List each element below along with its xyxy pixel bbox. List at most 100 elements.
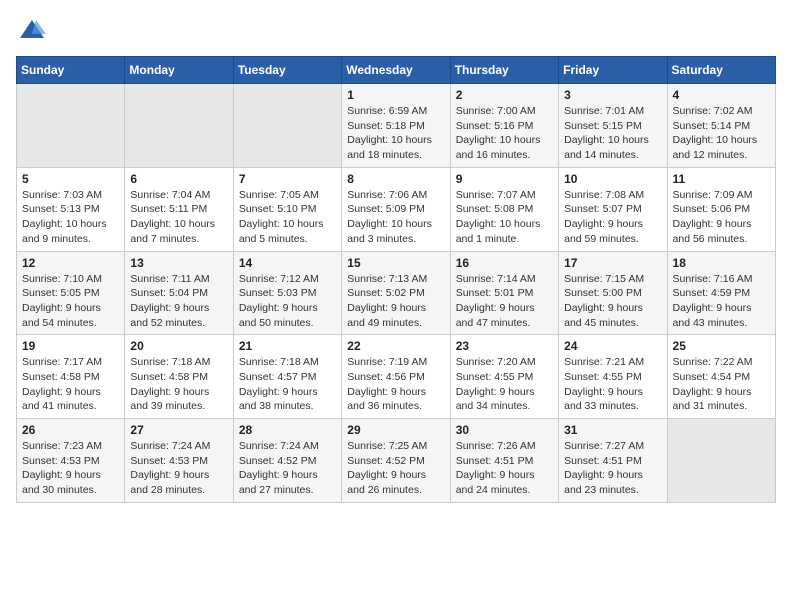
day-info: Sunrise: 7:21 AM Sunset: 4:55 PM Dayligh… xyxy=(564,355,661,414)
day-info: Sunrise: 7:17 AM Sunset: 4:58 PM Dayligh… xyxy=(22,355,119,414)
day-number: 1 xyxy=(347,88,444,102)
calendar-cell: 22 Sunrise: 7:19 AM Sunset: 4:56 PM Dayli… xyxy=(342,335,450,419)
day-number: 9 xyxy=(456,172,553,186)
calendar-body: 1 Sunrise: 6:59 AM Sunset: 5:18 PM Daylig… xyxy=(17,84,776,503)
day-number: 3 xyxy=(564,88,661,102)
day-number: 2 xyxy=(456,88,553,102)
day-number: 23 xyxy=(456,339,553,353)
day-number: 7 xyxy=(239,172,336,186)
logo-icon xyxy=(18,16,46,44)
day-number: 21 xyxy=(239,339,336,353)
calendar-cell xyxy=(125,84,233,168)
day-number: 4 xyxy=(673,88,770,102)
calendar-cell: 10 Sunrise: 7:08 AM Sunset: 5:07 PM Dayli… xyxy=(559,167,667,251)
calendar-cell: 2Sunrise: 7:00 AM Sunset: 5:16 PM Daylig… xyxy=(450,84,558,168)
calendar-week-row: 1 Sunrise: 6:59 AM Sunset: 5:18 PM Daylig… xyxy=(17,84,776,168)
day-number: 28 xyxy=(239,423,336,437)
day-number: 15 xyxy=(347,256,444,270)
weekday-header-row: SundayMondayTuesdayWednesdayThursdayFrid… xyxy=(17,57,776,84)
day-number: 22 xyxy=(347,339,444,353)
calendar-week-row: 19 Sunrise: 7:17 AM Sunset: 4:58 PM Dayli… xyxy=(17,335,776,419)
day-info: Sunrise: 7:12 AM Sunset: 5:03 PM Dayligh… xyxy=(239,272,336,331)
day-number: 10 xyxy=(564,172,661,186)
calendar-cell: 8Sunrise: 7:06 AM Sunset: 5:09 PM Daylig… xyxy=(342,167,450,251)
day-number: 13 xyxy=(130,256,227,270)
calendar-cell: 9Sunrise: 7:07 AM Sunset: 5:08 PM Daylig… xyxy=(450,167,558,251)
weekday-header-wednesday: Wednesday xyxy=(342,57,450,84)
day-info: Sunrise: 7:04 AM Sunset: 5:11 PM Dayligh… xyxy=(130,188,227,247)
calendar-cell: 28 Sunrise: 7:24 AM Sunset: 4:52 PM Dayli… xyxy=(233,419,341,503)
day-number: 16 xyxy=(456,256,553,270)
day-number: 24 xyxy=(564,339,661,353)
weekday-header-monday: Monday xyxy=(125,57,233,84)
calendar-cell: 4Sunrise: 7:02 AM Sunset: 5:14 PM Daylig… xyxy=(667,84,775,168)
calendar-cell: 23 Sunrise: 7:20 AM Sunset: 4:55 PM Dayli… xyxy=(450,335,558,419)
day-number: 14 xyxy=(239,256,336,270)
day-info: Sunrise: 7:16 AM Sunset: 4:59 PM Dayligh… xyxy=(673,272,770,331)
day-number: 27 xyxy=(130,423,227,437)
calendar-week-row: 26 Sunrise: 7:23 AM Sunset: 4:53 PM Dayli… xyxy=(17,419,776,503)
day-info: Sunrise: 7:20 AM Sunset: 4:55 PM Dayligh… xyxy=(456,355,553,414)
day-number: 18 xyxy=(673,256,770,270)
calendar-table: SundayMondayTuesdayWednesdayThursdayFrid… xyxy=(16,56,776,503)
day-number: 25 xyxy=(673,339,770,353)
calendar-cell: 6 Sunrise: 7:04 AM Sunset: 5:11 PM Daylig… xyxy=(125,167,233,251)
day-info: Sunrise: 7:23 AM Sunset: 4:53 PM Dayligh… xyxy=(22,439,119,498)
calendar-cell: 12Sunrise: 7:10 AM Sunset: 5:05 PM Dayli… xyxy=(17,251,125,335)
day-number: 17 xyxy=(564,256,661,270)
calendar-cell: 11Sunrise: 7:09 AM Sunset: 5:06 PM Dayli… xyxy=(667,167,775,251)
day-number: 26 xyxy=(22,423,119,437)
calendar-cell: 13 Sunrise: 7:11 AM Sunset: 5:04 PM Dayli… xyxy=(125,251,233,335)
day-number: 29 xyxy=(347,423,444,437)
calendar-cell: 30Sunrise: 7:26 AM Sunset: 4:51 PM Dayli… xyxy=(450,419,558,503)
calendar-cell: 29 Sunrise: 7:25 AM Sunset: 4:52 PM Dayli… xyxy=(342,419,450,503)
calendar-cell: 26 Sunrise: 7:23 AM Sunset: 4:53 PM Dayli… xyxy=(17,419,125,503)
day-info: Sunrise: 7:15 AM Sunset: 5:00 PM Dayligh… xyxy=(564,272,661,331)
day-info: Sunrise: 7:01 AM Sunset: 5:15 PM Dayligh… xyxy=(564,104,661,163)
calendar-cell: 5Sunrise: 7:03 AM Sunset: 5:13 PM Daylig… xyxy=(17,167,125,251)
day-info: Sunrise: 7:24 AM Sunset: 4:53 PM Dayligh… xyxy=(130,439,227,498)
day-info: Sunrise: 7:08 AM Sunset: 5:07 PM Dayligh… xyxy=(564,188,661,247)
day-info: Sunrise: 7:05 AM Sunset: 5:10 PM Dayligh… xyxy=(239,188,336,247)
calendar-cell: 3 Sunrise: 7:01 AM Sunset: 5:15 PM Daylig… xyxy=(559,84,667,168)
day-info: Sunrise: 7:25 AM Sunset: 4:52 PM Dayligh… xyxy=(347,439,444,498)
weekday-header-saturday: Saturday xyxy=(667,57,775,84)
logo xyxy=(16,16,46,44)
day-number: 30 xyxy=(456,423,553,437)
calendar-cell: 31Sunrise: 7:27 AM Sunset: 4:51 PM Dayli… xyxy=(559,419,667,503)
calendar-cell: 19 Sunrise: 7:17 AM Sunset: 4:58 PM Dayli… xyxy=(17,335,125,419)
day-info: Sunrise: 7:22 AM Sunset: 4:54 PM Dayligh… xyxy=(673,355,770,414)
day-number: 8 xyxy=(347,172,444,186)
calendar-cell: 20 Sunrise: 7:18 AM Sunset: 4:58 PM Dayli… xyxy=(125,335,233,419)
day-info: Sunrise: 7:18 AM Sunset: 4:57 PM Dayligh… xyxy=(239,355,336,414)
calendar-week-row: 5Sunrise: 7:03 AM Sunset: 5:13 PM Daylig… xyxy=(17,167,776,251)
day-info: Sunrise: 7:11 AM Sunset: 5:04 PM Dayligh… xyxy=(130,272,227,331)
day-info: Sunrise: 7:24 AM Sunset: 4:52 PM Dayligh… xyxy=(239,439,336,498)
day-number: 11 xyxy=(673,172,770,186)
day-number: 19 xyxy=(22,339,119,353)
calendar-cell: 17 Sunrise: 7:15 AM Sunset: 5:00 PM Dayli… xyxy=(559,251,667,335)
day-number: 31 xyxy=(564,423,661,437)
calendar-cell xyxy=(233,84,341,168)
calendar-cell: 21 Sunrise: 7:18 AM Sunset: 4:57 PM Dayli… xyxy=(233,335,341,419)
calendar-cell: 18 Sunrise: 7:16 AM Sunset: 4:59 PM Dayli… xyxy=(667,251,775,335)
calendar-cell: 24 Sunrise: 7:21 AM Sunset: 4:55 PM Dayli… xyxy=(559,335,667,419)
calendar-cell: 15 Sunrise: 7:13 AM Sunset: 5:02 PM Dayli… xyxy=(342,251,450,335)
calendar-week-row: 12Sunrise: 7:10 AM Sunset: 5:05 PM Dayli… xyxy=(17,251,776,335)
weekday-header-thursday: Thursday xyxy=(450,57,558,84)
calendar-cell: 14 Sunrise: 7:12 AM Sunset: 5:03 PM Dayli… xyxy=(233,251,341,335)
calendar-cell: 7 Sunrise: 7:05 AM Sunset: 5:10 PM Daylig… xyxy=(233,167,341,251)
calendar-cell: 25 Sunrise: 7:22 AM Sunset: 4:54 PM Dayli… xyxy=(667,335,775,419)
day-number: 12 xyxy=(22,256,119,270)
weekday-header-friday: Friday xyxy=(559,57,667,84)
calendar-cell xyxy=(17,84,125,168)
day-info: Sunrise: 7:18 AM Sunset: 4:58 PM Dayligh… xyxy=(130,355,227,414)
day-info: Sunrise: 6:59 AM Sunset: 5:18 PM Dayligh… xyxy=(347,104,444,163)
day-number: 6 xyxy=(130,172,227,186)
day-number: 20 xyxy=(130,339,227,353)
calendar-cell: 1 Sunrise: 6:59 AM Sunset: 5:18 PM Daylig… xyxy=(342,84,450,168)
day-info: Sunrise: 7:19 AM Sunset: 4:56 PM Dayligh… xyxy=(347,355,444,414)
day-info: Sunrise: 7:13 AM Sunset: 5:02 PM Dayligh… xyxy=(347,272,444,331)
day-number: 5 xyxy=(22,172,119,186)
day-info: Sunrise: 7:14 AM Sunset: 5:01 PM Dayligh… xyxy=(456,272,553,331)
